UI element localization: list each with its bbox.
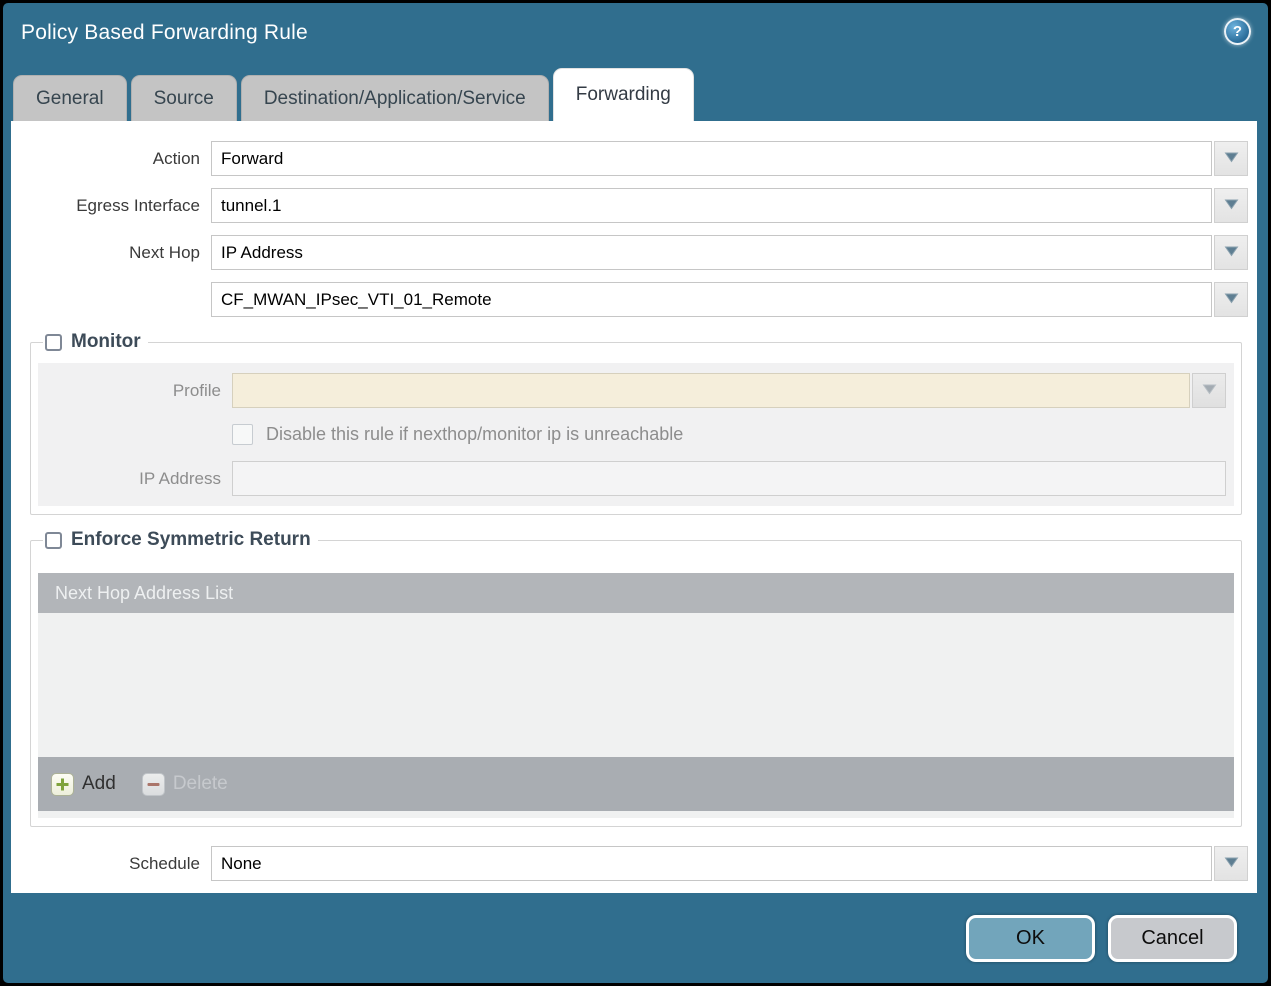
add-button-label: Add: [82, 773, 116, 794]
enforce-symmetric-return-fieldset: Enforce Symmetric Return Next Hop Addres…: [30, 529, 1242, 827]
dialog-titlebar: Policy Based Forwarding Rule ?: [3, 3, 1268, 67]
monitor-panel: Profile Disable this rule if nexthop/mon…: [38, 363, 1234, 506]
monitor-legend-label: Monitor: [71, 331, 141, 352]
profile-select: [232, 373, 1190, 408]
monitor-legend: Monitor: [43, 331, 148, 353]
monitor-ip-input: [232, 461, 1226, 496]
next-hop-type-select[interactable]: IP Address: [211, 235, 1212, 270]
table-footer: Add Delete: [38, 757, 1234, 811]
pbf-rule-dialog: Policy Based Forwarding Rule ? General S…: [3, 3, 1268, 983]
tab-general[interactable]: General: [13, 75, 127, 121]
enforce-symmetric-return-legend-label: Enforce Symmetric Return: [71, 529, 311, 550]
table-header: Next Hop Address List: [38, 573, 1234, 613]
tab-forwarding-label: Forwarding: [575, 84, 671, 105]
table-header-label: Next Hop Address List: [55, 582, 234, 603]
tab-bar: General Source Destination/Application/S…: [3, 67, 1268, 121]
next-hop-address-select[interactable]: CF_MWAN_IPsec_VTI_01_Remote: [211, 282, 1212, 317]
next-hop-address-dropdown-button[interactable]: [1214, 282, 1248, 317]
table-body: [38, 613, 1234, 757]
disable-rule-row: Disable this rule if nexthop/monitor ip …: [232, 424, 1226, 445]
disable-rule-label: Disable this rule if nexthop/monitor ip …: [266, 424, 684, 444]
next-hop-type-dropdown-button[interactable]: [1214, 235, 1248, 270]
next-hop-address-table: Next Hop Address List Add Delete: [38, 573, 1234, 818]
monitor-checkbox[interactable]: [45, 333, 62, 351]
tab-source-label: Source: [153, 87, 214, 109]
plus-icon: [51, 772, 74, 796]
monitor-ip-label: IP Address: [139, 468, 221, 488]
monitor-fieldset: Monitor Profile Disable this rule if nex…: [30, 331, 1242, 515]
delete-button: Delete: [141, 772, 228, 796]
action-combo: Forward: [211, 141, 1248, 176]
next-hop-row: Next Hop IP Address: [11, 235, 1248, 270]
profile-combo: [232, 373, 1226, 408]
enforce-symmetric-return-legend: Enforce Symmetric Return: [43, 529, 318, 551]
profile-row: Profile: [38, 373, 1226, 408]
action-select[interactable]: Forward: [211, 141, 1212, 176]
chevron-down-icon: [1224, 855, 1239, 873]
schedule-combo: None: [211, 846, 1248, 881]
tab-general-label: General: [36, 87, 104, 109]
footer-buttons: OK Cancel: [966, 915, 1237, 962]
action-row: Action Forward: [11, 141, 1248, 176]
add-button[interactable]: Add: [51, 772, 116, 796]
disable-rule-checkbox: [232, 424, 253, 445]
cancel-button[interactable]: Cancel: [1108, 915, 1237, 962]
next-hop-value-combo: CF_MWAN_IPsec_VTI_01_Remote: [211, 282, 1248, 317]
egress-interface-label: Egress Interface: [76, 195, 200, 215]
ok-button[interactable]: OK: [966, 915, 1095, 962]
tab-destination-application-service[interactable]: Destination/Application/Service: [240, 75, 549, 121]
egress-interface-dropdown-button[interactable]: [1214, 188, 1248, 223]
egress-interface-combo: tunnel.1: [211, 188, 1248, 223]
tab-forwarding[interactable]: Forwarding: [552, 68, 694, 121]
next-hop-label: Next Hop: [129, 242, 200, 262]
tab-source[interactable]: Source: [130, 75, 237, 121]
action-label: Action: [152, 148, 200, 168]
profile-dropdown-button: [1192, 373, 1226, 408]
minus-icon: [141, 772, 165, 796]
dialog-title: Policy Based Forwarding Rule: [21, 21, 308, 44]
schedule-row: Schedule None: [11, 846, 1248, 881]
chevron-down-icon: [1224, 244, 1239, 262]
table-bottom-strip: [38, 811, 1234, 818]
enforce-symmetric-return-checkbox[interactable]: [45, 531, 62, 549]
monitor-ip-row: IP Address: [38, 461, 1226, 496]
chevron-down-icon: [1224, 197, 1239, 215]
dialog-footer: OK Cancel: [3, 893, 1268, 983]
schedule-select[interactable]: None: [211, 846, 1212, 881]
action-dropdown-button[interactable]: [1214, 141, 1248, 176]
forwarding-tab-panel: Action Forward Egress Interface tunnel.1…: [11, 121, 1257, 893]
chevron-down-icon: [1224, 150, 1239, 168]
monitor-ip-combo: [232, 461, 1226, 496]
schedule-dropdown-button[interactable]: [1214, 846, 1248, 881]
next-hop-value-row: CF_MWAN_IPsec_VTI_01_Remote: [11, 282, 1248, 317]
chevron-down-icon: [1224, 291, 1239, 309]
egress-interface-row: Egress Interface tunnel.1: [11, 188, 1248, 223]
chevron-down-icon: [1202, 382, 1217, 400]
help-icon[interactable]: ?: [1224, 18, 1251, 45]
tab-destination-application-service-label: Destination/Application/Service: [263, 87, 526, 109]
egress-interface-select[interactable]: tunnel.1: [211, 188, 1212, 223]
delete-button-label: Delete: [172, 773, 228, 794]
profile-label: Profile: [172, 380, 221, 400]
schedule-label: Schedule: [129, 853, 200, 873]
next-hop-combo: IP Address: [211, 235, 1248, 270]
